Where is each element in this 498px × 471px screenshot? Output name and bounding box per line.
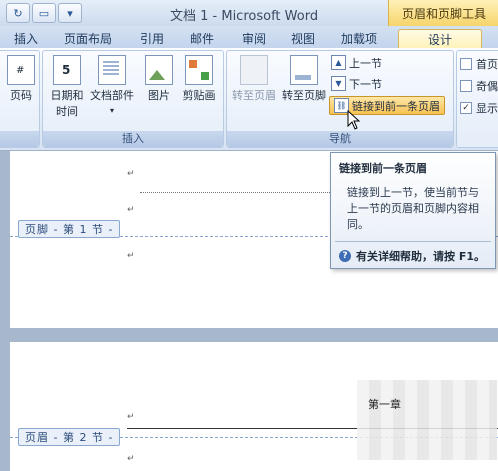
footer-section-tag: 页脚 - 第 1 节 - bbox=[18, 220, 121, 238]
dotted-line bbox=[140, 192, 336, 193]
title-bar: ↻ ▭ ▾ 文档 1 - Microsoft Word 页眉和页脚工具 bbox=[0, 0, 498, 26]
quick-parts-icon bbox=[98, 55, 126, 85]
group-label-navigation: 导航 bbox=[227, 131, 453, 147]
previous-section-label: 上一节 bbox=[349, 56, 382, 70]
quick-access-toolbar: ↻ ▭ ▾ bbox=[6, 3, 82, 23]
arrow-up-icon: ▲ bbox=[331, 55, 346, 70]
date-time-label: 日期和 时间 bbox=[50, 89, 84, 118]
quick-parts-button[interactable]: 文档部件 ▾ bbox=[89, 55, 135, 116]
paragraph-mark: ↵ bbox=[127, 169, 135, 179]
tab-references[interactable]: 引用 bbox=[136, 29, 168, 48]
ribbon-tabs: 插入 页面布局 引用 邮件 审阅 视图 加载项 设计 bbox=[0, 26, 498, 49]
tab-review[interactable]: 审阅 bbox=[238, 29, 270, 48]
quick-parts-label: 文档部件 bbox=[90, 89, 134, 102]
picture-icon bbox=[145, 55, 173, 85]
goto-header-button[interactable]: 转至页眉 bbox=[231, 55, 277, 103]
goto-header-label: 转至页眉 bbox=[232, 89, 276, 102]
checkbox-first-page[interactable]: 首页 bbox=[460, 56, 498, 72]
document-icon[interactable]: ▭ bbox=[32, 3, 56, 23]
calendar-icon: 5 bbox=[53, 55, 81, 85]
tooltip-body: 链接到上一节，使当前节与上一节的页眉和页脚内容相同。 bbox=[347, 186, 479, 231]
tab-addins[interactable]: 加载项 bbox=[338, 29, 380, 48]
group-label-insert: 插入 bbox=[43, 131, 223, 147]
tooltip-divider bbox=[335, 241, 491, 242]
window-title: 文档 1 - Microsoft Word bbox=[170, 9, 319, 24]
chevron-down-icon: ▾ bbox=[109, 106, 114, 115]
check-icon[interactable]: ✓ bbox=[460, 102, 472, 114]
goto-footer-button[interactable]: 转至页脚 bbox=[281, 55, 327, 103]
ribbon: # 页码 5 日期和 时间 文档部件 ▾ 图片 剪贴画 插入 转至页眉 转至页脚… bbox=[0, 48, 498, 151]
checkbox-show-text-label: 显示 bbox=[476, 102, 498, 115]
paragraph-mark: ↵ bbox=[127, 412, 135, 422]
goto-header-icon bbox=[240, 55, 268, 85]
checkbox-box[interactable] bbox=[460, 80, 472, 92]
tab-mailings[interactable]: 邮件 bbox=[186, 29, 218, 48]
tab-design[interactable]: 设计 bbox=[398, 29, 482, 49]
tab-page-layout[interactable]: 页面布局 bbox=[60, 29, 116, 48]
page-number-icon: # bbox=[7, 55, 35, 85]
paragraph-mark: ↵ bbox=[127, 251, 135, 261]
next-section-button[interactable]: ▼ 下一节 bbox=[331, 75, 382, 92]
arrow-down-icon: ▼ bbox=[331, 76, 346, 91]
tooltip: 链接到前一条页眉 链接到上一节，使当前节与上一节的页眉和页脚内容相同。 ? 有关… bbox=[330, 152, 496, 269]
page-number-button[interactable]: # 页码 bbox=[1, 55, 41, 103]
clip-art-icon bbox=[185, 55, 213, 85]
checkbox-odd-even[interactable]: 奇偶 bbox=[460, 78, 498, 94]
date-time-button[interactable]: 5 日期和 时间 bbox=[47, 55, 87, 119]
tooltip-title: 链接到前一条页眉 bbox=[339, 162, 427, 175]
checkbox-show-text[interactable]: ✓ 显示 bbox=[460, 100, 498, 116]
checkbox-box[interactable] bbox=[460, 58, 472, 70]
help-icon: ? bbox=[339, 250, 351, 262]
tab-insert[interactable]: 插入 bbox=[10, 29, 42, 48]
checkbox-odd-even-label: 奇偶 bbox=[476, 80, 498, 93]
paragraph-mark: ↵ bbox=[127, 454, 135, 464]
tooltip-help-text: 有关详细帮助，请按 F1。 bbox=[356, 250, 485, 263]
page-number-label: 页码 bbox=[10, 89, 32, 102]
previous-section-button[interactable]: ▲ 上一节 bbox=[331, 54, 382, 71]
tooltip-help: ? 有关详细帮助，请按 F1。 bbox=[339, 248, 485, 264]
goto-footer-icon bbox=[290, 55, 318, 85]
link-to-previous-label: 链接到前一条页眉 bbox=[352, 99, 440, 113]
goto-footer-label: 转至页脚 bbox=[282, 89, 326, 102]
context-tool-title: 页眉和页脚工具 bbox=[388, 0, 498, 26]
paragraph-mark: ↵ bbox=[127, 205, 135, 215]
checkbox-first-page-label: 首页 bbox=[476, 58, 498, 71]
redo-icon[interactable]: ↻ bbox=[6, 3, 30, 23]
picture-button[interactable]: 图片 bbox=[139, 55, 179, 103]
header-section-tag: 页眉 - 第 2 节 - bbox=[18, 428, 121, 446]
tab-view[interactable]: 视图 bbox=[287, 29, 319, 48]
chapter-text: 第一章 bbox=[368, 398, 401, 411]
picture-label: 图片 bbox=[148, 89, 170, 102]
next-section-label: 下一节 bbox=[349, 77, 382, 91]
group-insert: 5 日期和 时间 文档部件 ▾ 图片 剪贴画 插入 bbox=[42, 50, 224, 148]
group-page-number: # 页码 bbox=[0, 50, 40, 148]
mouse-cursor-icon bbox=[347, 110, 361, 130]
chevron-down-icon[interactable]: ▾ bbox=[58, 3, 82, 23]
clip-art-label: 剪贴画 bbox=[182, 89, 216, 102]
group-label-left bbox=[0, 131, 39, 147]
blurred-region bbox=[357, 380, 497, 460]
clip-art-button[interactable]: 剪贴画 bbox=[179, 55, 219, 103]
